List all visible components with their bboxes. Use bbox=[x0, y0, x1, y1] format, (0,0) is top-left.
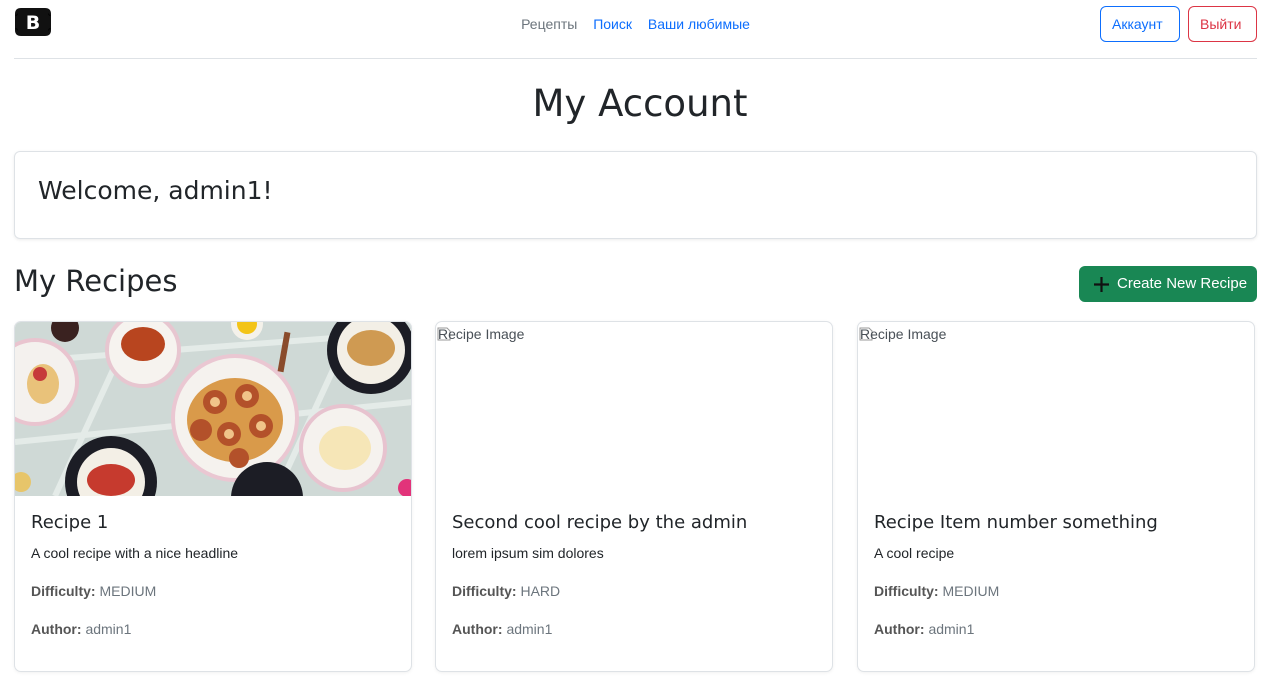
logout-button[interactable]: Выйти bbox=[1188, 6, 1257, 42]
main-nav: Рецепты Поиск Ваши любимые bbox=[14, 14, 1257, 34]
author-value: admin1 bbox=[85, 621, 132, 637]
recipe-title[interactable]: Recipe 1 bbox=[31, 512, 108, 533]
difficulty-label: Difficulty: bbox=[452, 583, 517, 599]
create-recipe-button[interactable]: Create New Recipe bbox=[1079, 266, 1257, 302]
my-recipes-heading: My Recipes bbox=[14, 264, 178, 298]
recipe-title[interactable]: Recipe Item number something bbox=[874, 512, 1158, 533]
recipe-card[interactable]: Recipe Image Second cool recipe by the a… bbox=[435, 321, 833, 672]
plus-icon bbox=[1094, 277, 1109, 292]
welcome-text: Welcome, admin1! bbox=[38, 176, 273, 205]
recipe-image[interactable]: Recipe Image bbox=[858, 326, 946, 342]
recipe-difficulty: Difficulty: MEDIUM bbox=[31, 583, 156, 599]
difficulty-value: HARD bbox=[520, 583, 561, 599]
nav-favorites-link[interactable]: Ваши любимые bbox=[648, 14, 750, 34]
nav-search-link[interactable]: Поиск bbox=[593, 14, 632, 34]
recipe-author: Author: admin1 bbox=[874, 621, 974, 637]
recipe-author: Author: admin1 bbox=[452, 621, 552, 637]
nav-recipes-link[interactable]: Рецепты bbox=[521, 14, 577, 34]
author-label: Author: bbox=[874, 621, 925, 637]
difficulty-label: Difficulty: bbox=[874, 583, 939, 599]
difficulty-value: MEDIUM bbox=[942, 583, 1000, 599]
recipe-image-alt: Recipe Image bbox=[438, 326, 525, 342]
recipe-description: A cool recipe bbox=[874, 545, 955, 561]
recipe-image[interactable] bbox=[15, 322, 412, 496]
create-recipe-label: Create New Recipe bbox=[1117, 275, 1248, 292]
author-value: admin1 bbox=[506, 621, 553, 637]
page-title: My Account bbox=[532, 82, 748, 125]
recipe-author: Author: admin1 bbox=[31, 621, 131, 637]
recipe-card[interactable]: Recipe 1 A cool recipe with a nice headl… bbox=[14, 321, 412, 672]
author-label: Author: bbox=[31, 621, 82, 637]
recipe-card[interactable]: Recipe Image Recipe Item number somethin… bbox=[857, 321, 1255, 672]
difficulty-label: Difficulty: bbox=[31, 583, 96, 599]
author-value: admin1 bbox=[928, 621, 975, 637]
recipe-difficulty: Difficulty: HARD bbox=[452, 583, 560, 599]
recipe-description: lorem ipsum sim dolores bbox=[452, 545, 604, 561]
difficulty-value: MEDIUM bbox=[99, 583, 157, 599]
recipe-title[interactable]: Second cool recipe by the admin bbox=[452, 512, 747, 533]
welcome-card: Welcome, admin1! bbox=[14, 151, 1257, 239]
author-label: Author: bbox=[452, 621, 503, 637]
account-button[interactable]: Аккаунт bbox=[1100, 6, 1180, 42]
recipe-image[interactable]: Recipe Image bbox=[436, 326, 524, 342]
navbar: B Рецепты Поиск Ваши любимые Аккаунт Вый… bbox=[14, 0, 1257, 59]
recipe-description: A cool recipe with a nice headline bbox=[31, 545, 239, 561]
recipe-difficulty: Difficulty: MEDIUM bbox=[874, 583, 999, 599]
recipe-image-alt: Recipe Image bbox=[860, 326, 947, 342]
